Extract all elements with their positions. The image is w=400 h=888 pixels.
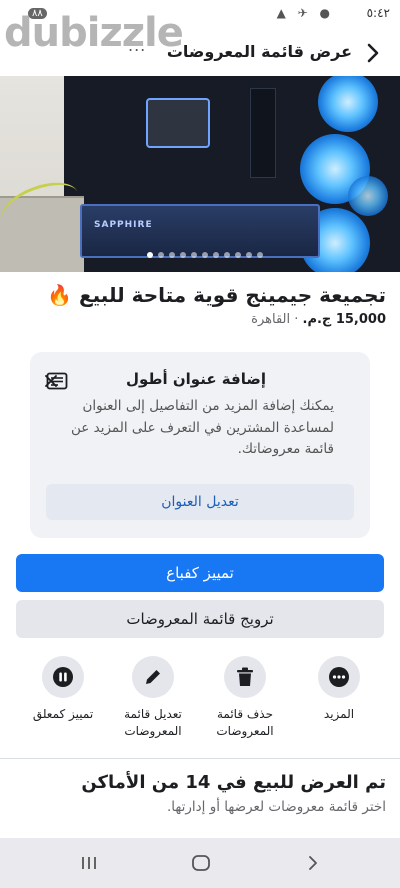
more-icon (318, 656, 360, 698)
listing-location: القاهرة (251, 312, 291, 327)
tip-body: يمكنك إضافة المزيد من التفاصيل إلى العنو… (71, 398, 334, 458)
chevron-right-icon (367, 43, 379, 63)
back-button[interactable] (360, 38, 386, 68)
divider (0, 758, 400, 759)
photo-cpu-cooler (146, 98, 210, 148)
back-nav-button[interactable] (298, 850, 328, 876)
pager-dot (147, 252, 153, 258)
meta-separator: · (290, 312, 303, 327)
overflow-dots: ... (128, 36, 147, 55)
listing-title: تجميعة جيمينج قوية متاحة للبيع 🔥 (47, 283, 386, 307)
edit-title-button[interactable]: تعديل العنوان (46, 484, 354, 520)
home-icon (192, 855, 210, 871)
action-label: تمييز كمعلق (32, 707, 94, 721)
delete-listing-action[interactable]: حذف قائمة المعروضات (200, 656, 290, 741)
action-label: تعديل قائمة المعروضات (124, 707, 182, 739)
status-icons: ▲ ✈ ● (276, 6, 334, 20)
photo-fan (348, 176, 388, 216)
pager-dot (235, 252, 241, 258)
chevron-right-icon (309, 856, 317, 870)
more-action[interactable]: المزيد (294, 656, 384, 723)
locations-section: تم العرض للبيع في 14 من الأماكن اختر قائ… (0, 772, 400, 815)
listing-info: تجميعة جيمينج قوية متاحة للبيع 🔥 15,000 … (0, 282, 400, 327)
photo-ram (250, 88, 276, 178)
mark-as-sold-button[interactable]: تمييز كفباع (16, 554, 384, 592)
recent-apps-button[interactable] (74, 850, 104, 876)
tip-title: إضافة عنوان أطول (125, 370, 266, 388)
tip-card: إضافة عنوان أطول يمكنك إضافة المزيد من ا… (30, 352, 370, 538)
pager-dot (213, 252, 219, 258)
watermark-logo: dubizzle (4, 10, 184, 56)
locations-subtitle: اختر قائمة معروضات لعرضها أو إدارتها. (167, 799, 386, 815)
trash-icon (224, 656, 266, 698)
action-label: المزيد (323, 707, 355, 721)
mark-pending-action[interactable]: تمييز كمعلق (18, 656, 108, 723)
pager-dot (246, 252, 252, 258)
promote-listing-button[interactable]: ترويج قائمة المعروضات (16, 600, 384, 638)
pager-dot (180, 252, 186, 258)
home-button[interactable] (186, 850, 216, 876)
listing-price: 15,000 ج.م. (302, 312, 386, 327)
listing-photo[interactable]: SAPPHIRE (0, 76, 400, 272)
action-row: المزيد حذف قائمة المعروضات تعديل قائمة ا… (0, 656, 400, 746)
listing-meta: 15,000 ج.م. · القاهرة (14, 312, 386, 327)
pause-icon (42, 656, 84, 698)
photo-gpu-brand: SAPPHIRE (94, 220, 153, 230)
pager-dot (257, 252, 263, 258)
pencil-icon (132, 656, 174, 698)
action-label: حذف قائمة المعروضات (216, 707, 274, 739)
pager-dot (224, 252, 230, 258)
status-time: ٥:٤٢ (366, 6, 390, 20)
edit-listing-action[interactable]: تعديل قائمة المعروضات (108, 656, 198, 741)
page-title: عرض قائمة المعروضات (166, 42, 352, 61)
close-icon (45, 375, 57, 387)
system-nav-bar (0, 838, 400, 888)
locations-title: تم العرض للبيع في 14 من الأماكن (81, 772, 386, 793)
photo-pager (140, 250, 270, 260)
pager-dot (169, 252, 175, 258)
pager-dot (191, 252, 197, 258)
recent-apps-icon (82, 857, 96, 869)
pager-dot (158, 252, 164, 258)
pager-dot (202, 252, 208, 258)
close-button[interactable] (40, 370, 62, 392)
